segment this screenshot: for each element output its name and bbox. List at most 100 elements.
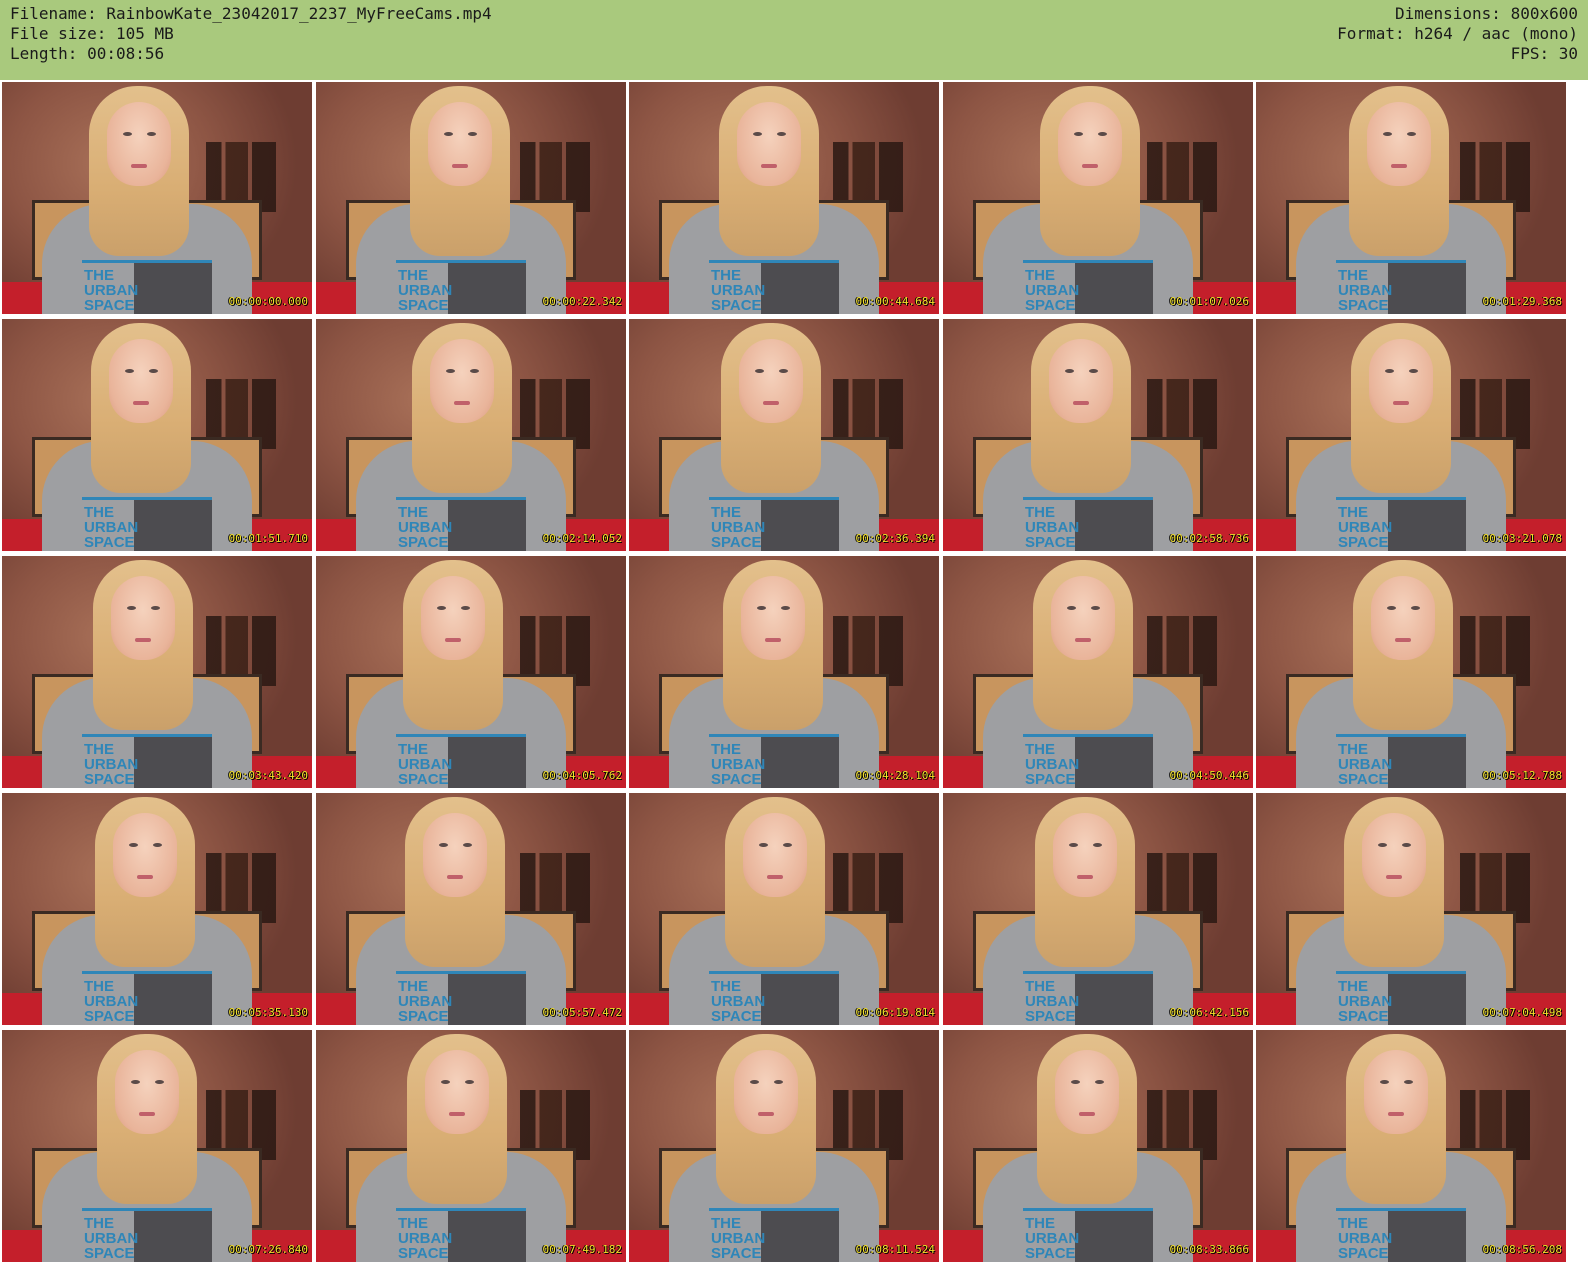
shirt-print-line: SPACE <box>1338 297 1389 314</box>
eye <box>446 369 455 373</box>
eye <box>155 1080 164 1084</box>
eye <box>470 369 479 373</box>
video-thumbnail[interactable]: THE URBAN SPACE 00:01:29.368 <box>1256 82 1566 314</box>
shirt-print-line: THE <box>84 741 114 758</box>
video-thumbnail[interactable]: THE URBAN SPACE 00:04:50.446 <box>943 556 1253 788</box>
shirt-print-line: URBAN <box>711 993 766 1010</box>
mouth <box>1075 638 1091 642</box>
mouth <box>761 164 777 168</box>
shirt-print-text: THE URBAN SPACE <box>84 505 138 550</box>
eye <box>153 843 162 847</box>
mouth <box>454 401 470 405</box>
video-thumbnail[interactable]: THE URBAN SPACE 00:04:05.762 <box>316 556 626 788</box>
shirt-print-line: URBAN <box>1338 282 1393 299</box>
video-thumbnail[interactable]: THE URBAN SPACE 00:07:26.840 <box>2 1030 312 1262</box>
mouth <box>1082 164 1098 168</box>
thumbnail-timestamp: 00:03:43.420 <box>228 769 308 782</box>
video-thumbnail[interactable]: THE URBAN SPACE 00:02:36.394 <box>629 319 939 551</box>
shirt-print-line: THE <box>711 741 741 758</box>
face <box>1369 339 1433 423</box>
shirt-print-text: THE URBAN SPACE <box>711 268 765 313</box>
info-right-column: Dimensions: 800x600 Format: h264 / aac (… <box>1337 4 1578 64</box>
shirt-print-line: SPACE <box>1025 1245 1076 1262</box>
shirt-print-text: THE URBAN SPACE <box>1025 1216 1079 1261</box>
format-text: Format: h264 / aac (mono) <box>1337 24 1578 43</box>
face <box>1053 813 1117 897</box>
eye <box>1409 369 1418 373</box>
thumbnail-timestamp: 00:04:05.762 <box>542 769 622 782</box>
eye <box>437 606 446 610</box>
thumbnail-timestamp: 00:05:57.472 <box>542 1006 622 1019</box>
shirt-print-line: THE <box>1025 741 1055 758</box>
face <box>423 813 487 897</box>
shirt-print-line: SPACE <box>711 1245 762 1262</box>
mouth <box>765 638 781 642</box>
face <box>741 576 805 660</box>
thumbnail-timestamp: 00:07:26.840 <box>228 1243 308 1256</box>
shirt-print-line: URBAN <box>711 756 766 773</box>
shirt-print-line: SPACE <box>1338 534 1389 551</box>
shirt-print-line: URBAN <box>1338 993 1393 1010</box>
thumbnail-timestamp: 00:02:36.394 <box>855 532 935 545</box>
video-thumbnail[interactable]: THE URBAN SPACE 00:03:21.078 <box>1256 319 1566 551</box>
shirt-print-line: THE <box>1338 978 1368 995</box>
mouth <box>133 401 149 405</box>
face <box>739 339 803 423</box>
shirt-print-text: THE URBAN SPACE <box>84 268 138 313</box>
shirt-print-line: THE <box>711 1215 741 1232</box>
video-thumbnail[interactable]: THE URBAN SPACE 00:01:51.710 <box>2 319 312 551</box>
eye <box>1095 1080 1104 1084</box>
shirt-print-line: SPACE <box>84 1245 135 1262</box>
mouth <box>137 875 153 879</box>
video-thumbnail[interactable]: THE URBAN SPACE 00:07:49.182 <box>316 1030 626 1262</box>
shirt-print-line: SPACE <box>711 297 762 314</box>
video-thumbnail[interactable]: THE URBAN SPACE 00:03:43.420 <box>2 556 312 788</box>
video-thumbnail[interactable]: THE URBAN SPACE 00:08:33.866 <box>943 1030 1253 1262</box>
thumbnail-timestamp: 00:05:35.130 <box>228 1006 308 1019</box>
video-thumbnail[interactable]: THE URBAN SPACE 00:01:07.026 <box>943 82 1253 314</box>
shirt-print-line: THE <box>398 267 428 284</box>
video-thumbnail[interactable]: THE URBAN SPACE 00:08:56.208 <box>1256 1030 1566 1262</box>
video-thumbnail[interactable]: THE URBAN SPACE 00:00:44.684 <box>629 82 939 314</box>
shirt-print-line: THE <box>711 978 741 995</box>
thumbnail-timestamp: 00:08:11.524 <box>855 1243 935 1256</box>
shirt-print-line: URBAN <box>84 282 139 299</box>
video-thumbnail[interactable]: THE URBAN SPACE 00:05:57.472 <box>316 793 626 1025</box>
shirt-print-line: THE <box>398 504 428 521</box>
video-thumbnail[interactable]: THE URBAN SPACE 00:06:42.156 <box>943 793 1253 1025</box>
video-thumbnail[interactable]: THE URBAN SPACE 00:05:12.788 <box>1256 556 1566 788</box>
mouth <box>1391 164 1407 168</box>
eye <box>774 1080 783 1084</box>
shirt-print-line: SPACE <box>398 771 449 788</box>
thumbnail-timestamp: 00:07:49.182 <box>542 1243 622 1256</box>
face <box>428 102 492 186</box>
shirt-print-line: URBAN <box>1338 756 1393 773</box>
shirt-print-text: THE URBAN SPACE <box>1025 979 1079 1024</box>
eye <box>444 132 453 136</box>
shirt-print-line: URBAN <box>711 519 766 536</box>
filesize-text: File size: 105 MB <box>10 24 174 43</box>
eye <box>151 606 160 610</box>
thumbnail-timestamp: 00:04:28.104 <box>855 769 935 782</box>
fps-text: FPS: 30 <box>1510 44 1578 63</box>
video-thumbnail[interactable]: THE URBAN SPACE 00:00:00.000 <box>2 82 312 314</box>
video-thumbnail[interactable]: THE URBAN SPACE 00:02:14.052 <box>316 319 626 551</box>
eye <box>1407 132 1416 136</box>
video-thumbnail[interactable]: THE URBAN SPACE 00:07:04.498 <box>1256 793 1566 1025</box>
eye <box>1091 606 1100 610</box>
face <box>113 813 177 897</box>
shirt-print-text: THE URBAN SPACE <box>711 1216 765 1261</box>
video-thumbnail[interactable]: THE URBAN SPACE 00:05:35.130 <box>2 793 312 1025</box>
shirt-print-line: THE <box>398 978 428 995</box>
video-thumbnail[interactable]: THE URBAN SPACE 00:04:28.104 <box>629 556 939 788</box>
shirt-print-text: THE URBAN SPACE <box>1338 505 1392 550</box>
video-thumbnail[interactable]: THE URBAN SPACE 00:08:11.524 <box>629 1030 939 1262</box>
video-thumbnail[interactable]: THE URBAN SPACE 00:06:19.814 <box>629 793 939 1025</box>
video-thumbnail[interactable]: THE URBAN SPACE 00:00:22.342 <box>316 82 626 314</box>
filename-text: Filename: RainbowKate_23042017_2237_MyFr… <box>10 4 492 23</box>
video-thumbnail[interactable]: THE URBAN SPACE 00:02:58.736 <box>943 319 1253 551</box>
shirt-print-line: URBAN <box>1025 282 1080 299</box>
shirt-print-line: URBAN <box>398 519 453 536</box>
shirt-print-line: URBAN <box>398 756 453 773</box>
eye <box>1071 1080 1080 1084</box>
